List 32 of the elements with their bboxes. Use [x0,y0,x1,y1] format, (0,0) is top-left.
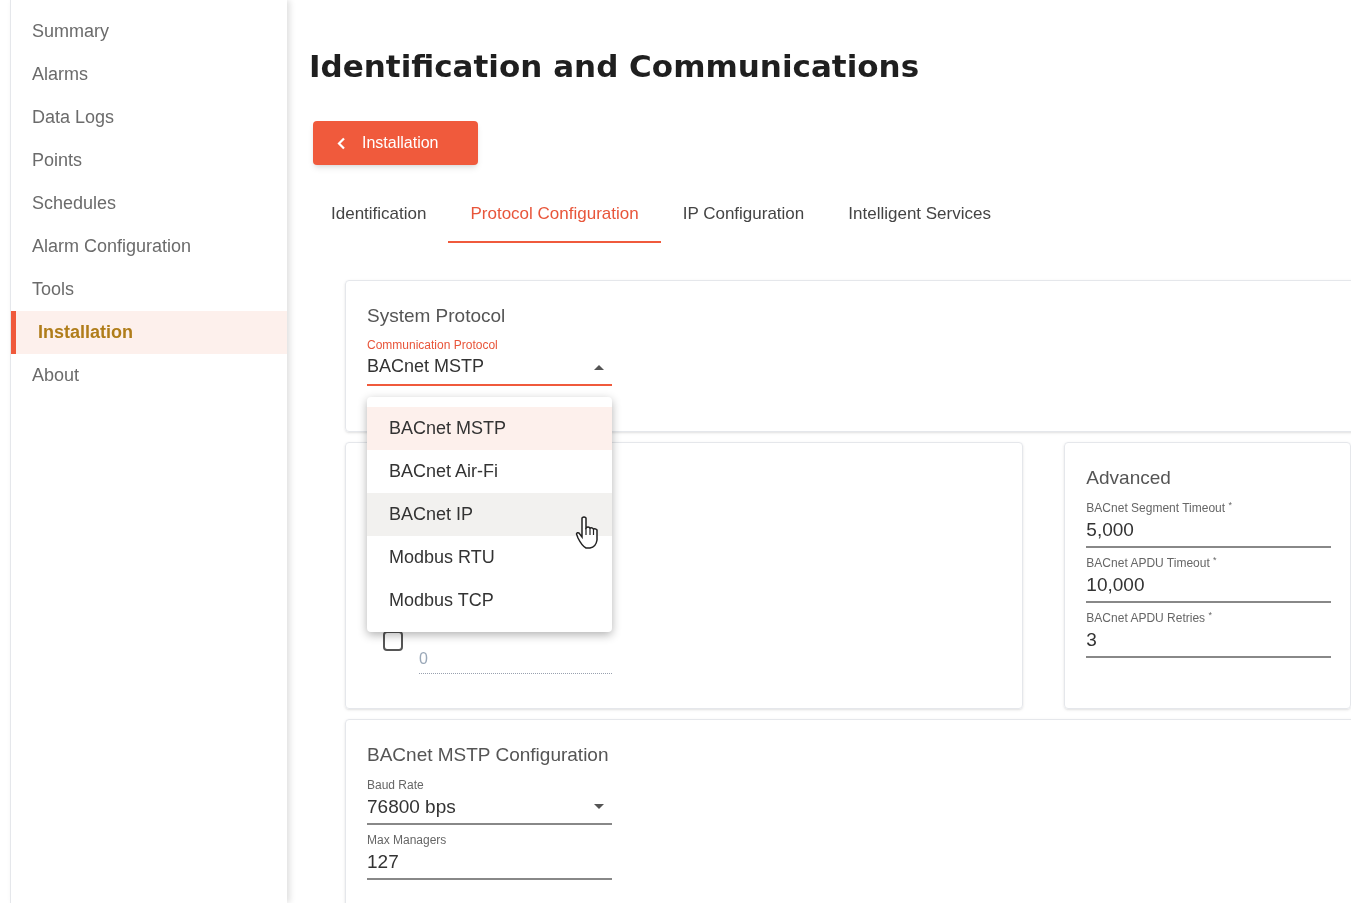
sidebar-item[interactable]: Summary [11,10,287,53]
input-field[interactable]: BACnet APDU Timeout $^{*}$ 10,000 [1086,554,1332,603]
input-field[interactable]: BACnet APDU Retries $^{*}$ 3 [1086,609,1332,658]
page-title: Identification and Communications [309,47,921,86]
sidebar-item[interactable]: Tools [11,268,287,311]
tab[interactable]: IP Configuration [660,187,827,243]
caret-up-icon [594,363,604,370]
select-field[interactable]: Baud Rate 76800 bps [367,776,612,825]
input-field[interactable]: Max Managers 127 [367,831,612,880]
protocol-select[interactable]: Communication Protocol BACnet MSTP [367,337,612,386]
dropdown-option[interactable]: BACnet Air-Fi [367,450,612,493]
dropdown-option[interactable]: Modbus TCP [367,579,612,622]
tab[interactable]: Identification [309,187,449,243]
dropdown-option[interactable]: BACnet IP [367,493,612,536]
sidebar-item[interactable]: Data Logs [11,96,287,139]
tab[interactable]: Protocol Configuration [448,187,661,243]
pointer-cursor-icon [575,516,599,550]
sidebar-item[interactable]: Points [11,139,287,182]
input-field[interactable]: BACnet Segment Timeout $^{*}$ 5,000 [1086,499,1332,548]
card-title: Advanced [1086,466,1172,490]
sidebar-item[interactable]: Alarms [11,53,287,96]
checkbox[interactable] [383,631,403,651]
dropdown-option[interactable]: Modbus RTU [367,536,612,579]
dropdown-option[interactable]: BACnet MSTP [367,407,612,450]
sidebar-item[interactable]: Schedules [11,182,287,225]
caret-down-icon [594,804,604,810]
sidebar-item[interactable]: About [11,354,287,397]
card-title: BACnet MSTP Configuration [367,743,610,767]
sidebar-item[interactable]: Alarm Configuration [11,225,287,268]
card-title: System Protocol [367,304,507,328]
tab[interactable]: Intelligent Services [826,187,1013,243]
chevron-left-icon [337,136,346,150]
